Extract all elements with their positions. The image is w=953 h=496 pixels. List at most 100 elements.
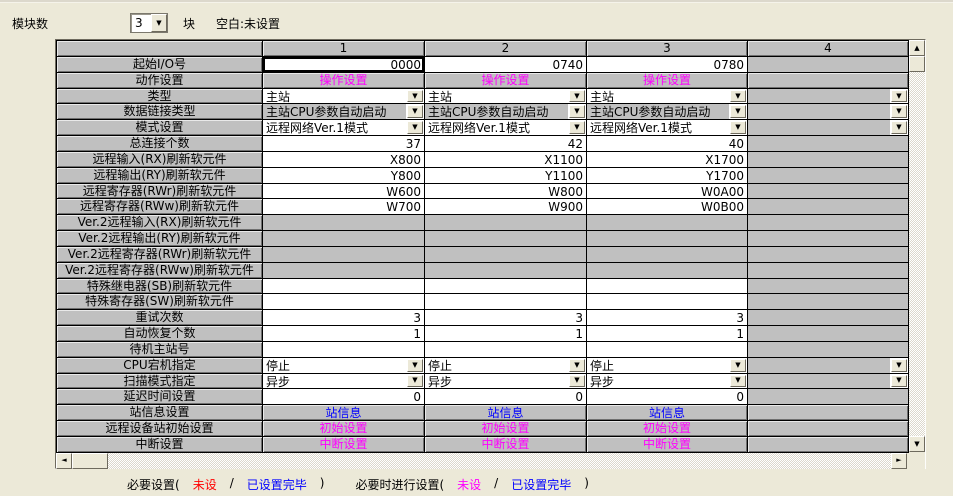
settings-link-button[interactable]: 操作设置 (587, 73, 748, 89)
dropdown-value[interactable] (748, 104, 890, 119)
dropdown[interactable]: 主站▼ (425, 89, 587, 105)
settings-link-button[interactable]: 初始设置 (263, 421, 425, 437)
dropdown[interactable]: ▼ (748, 104, 909, 120)
dropdown-arrow-icon[interactable]: ▼ (407, 121, 423, 134)
horizontal-scrollbar-thumb[interactable] (72, 453, 108, 469)
dropdown-arrow-icon[interactable]: ▼ (407, 105, 423, 118)
dropdown-arrow-icon[interactable]: ▼ (891, 359, 907, 372)
dropdown-arrow-icon[interactable]: ▼ (569, 375, 585, 388)
settings-link-button[interactable]: 操作设置 (263, 73, 425, 89)
dropdown-value[interactable]: 主站CPU参数自动启动 (425, 104, 568, 119)
dropdown-value[interactable]: 停止 (425, 358, 568, 373)
settings-link-button[interactable]: 站信息 (263, 405, 425, 421)
dropdown-arrow-icon[interactable]: ▼ (891, 375, 907, 388)
value-cell[interactable] (587, 294, 748, 310)
value-cell[interactable]: 40 (587, 136, 748, 152)
settings-link-button[interactable]: 初始设置 (587, 421, 748, 437)
scroll-down-icon[interactable]: ▼ (909, 436, 925, 452)
dropdown-arrow-icon[interactable]: ▼ (730, 105, 746, 118)
settings-link-button[interactable]: 中断设置 (263, 437, 425, 453)
dropdown-value[interactable]: 远程网络Ver.1模式 (425, 120, 568, 135)
value-cell[interactable] (425, 294, 587, 310)
dropdown-arrow-icon[interactable]: ▼ (730, 90, 746, 103)
dropdown-arrow-icon[interactable]: ▼ (891, 121, 907, 134)
value-cell[interactable]: 0 (425, 389, 587, 405)
vertical-scrollbar[interactable]: ▲ ▼ (909, 40, 925, 452)
dropdown-value[interactable]: 主站CPU参数自动启动 (587, 104, 729, 119)
value-cell[interactable] (425, 279, 587, 295)
settings-link-button[interactable]: 中断设置 (425, 437, 587, 453)
value-cell[interactable]: X800 (263, 152, 425, 168)
dropdown-value[interactable]: 远程网络Ver.1模式 (263, 120, 406, 135)
value-cell[interactable]: X1700 (587, 152, 748, 168)
dropdown-arrow-icon[interactable]: ▼ (569, 121, 585, 134)
value-cell[interactable]: 3 (425, 310, 587, 326)
scroll-right-icon[interactable]: ► (891, 453, 907, 469)
value-cell[interactable]: Y1700 (587, 168, 748, 184)
dropdown-value[interactable]: 停止 (263, 358, 406, 373)
dropdown-value[interactable]: 异步 (587, 374, 729, 389)
value-cell[interactable]: 0000 (263, 57, 425, 73)
dropdown-value[interactable]: 异步 (425, 374, 568, 389)
value-cell[interactable]: W0A00 (587, 184, 748, 200)
chevron-down-icon[interactable]: ▼ (151, 14, 167, 32)
value-cell[interactable]: Y1100 (425, 168, 587, 184)
dropdown[interactable]: 主站CPU参数自动启动▼ (587, 104, 748, 120)
value-cell[interactable] (587, 279, 748, 295)
dropdown-value[interactable]: 主站 (425, 89, 568, 104)
dropdown[interactable]: ▼ (748, 89, 909, 105)
dropdown-arrow-icon[interactable]: ▼ (407, 359, 423, 372)
dropdown[interactable]: 远程网络Ver.1模式▼ (587, 120, 748, 136)
dropdown[interactable]: 异步▼ (587, 374, 748, 390)
scroll-up-icon[interactable]: ▲ (909, 40, 925, 56)
dropdown-value[interactable] (748, 89, 890, 104)
dropdown[interactable]: 主站CPU参数自动启动▼ (425, 104, 587, 120)
dropdown-value[interactable]: 异步 (263, 374, 406, 389)
value-cell[interactable]: 1 (425, 326, 587, 342)
dropdown[interactable]: ▼ (748, 358, 909, 374)
dropdown-value[interactable] (748, 358, 890, 373)
settings-link-button[interactable]: 操作设置 (425, 73, 587, 89)
value-cell[interactable]: W0B00 (587, 199, 748, 215)
value-cell[interactable]: 3 (263, 310, 425, 326)
dropdown-value[interactable]: 主站 (263, 89, 406, 104)
dropdown-value[interactable]: 停止 (587, 358, 729, 373)
value-cell[interactable]: W600 (263, 184, 425, 200)
value-cell[interactable] (587, 342, 748, 358)
value-cell[interactable]: X1100 (425, 152, 587, 168)
vertical-scrollbar-thumb[interactable] (909, 56, 925, 72)
value-cell[interactable] (263, 279, 425, 295)
dropdown[interactable]: 停止▼ (263, 358, 425, 374)
dropdown[interactable]: 停止▼ (425, 358, 587, 374)
dropdown[interactable]: ▼ (748, 374, 909, 390)
dropdown-arrow-icon[interactable]: ▼ (730, 375, 746, 388)
dropdown-arrow-icon[interactable]: ▼ (407, 375, 423, 388)
dropdown[interactable]: 远程网络Ver.1模式▼ (425, 120, 587, 136)
value-cell[interactable] (425, 342, 587, 358)
dropdown[interactable]: 异步▼ (263, 374, 425, 390)
vertical-scrollbar-track[interactable] (909, 72, 925, 436)
settings-link-button[interactable]: 中断设置 (587, 437, 748, 453)
value-cell[interactable]: 42 (425, 136, 587, 152)
dropdown[interactable]: 主站CPU参数自动启动▼ (263, 104, 425, 120)
value-cell[interactable] (263, 294, 425, 310)
horizontal-scrollbar[interactable]: ◄ ► (56, 453, 925, 469)
value-cell[interactable]: W800 (425, 184, 587, 200)
value-cell[interactable]: 0740 (425, 57, 587, 73)
value-cell[interactable]: 1 (263, 326, 425, 342)
dropdown-arrow-icon[interactable]: ▼ (569, 105, 585, 118)
scroll-left-icon[interactable]: ◄ (56, 453, 72, 469)
horizontal-scrollbar-track[interactable] (108, 453, 891, 469)
value-cell[interactable]: 0 (263, 389, 425, 405)
dropdown[interactable]: 停止▼ (587, 358, 748, 374)
dropdown[interactable]: ▼ (748, 120, 909, 136)
dropdown-arrow-icon[interactable]: ▼ (730, 121, 746, 134)
value-cell[interactable] (263, 342, 425, 358)
dropdown-value[interactable] (748, 374, 890, 389)
settings-link-button[interactable]: 站信息 (587, 405, 748, 421)
dropdown-value[interactable]: 远程网络Ver.1模式 (587, 120, 729, 135)
value-cell[interactable]: 0 (587, 389, 748, 405)
dropdown-value[interactable]: 主站 (587, 89, 729, 104)
value-cell[interactable]: W900 (425, 199, 587, 215)
value-cell[interactable]: 1 (587, 326, 748, 342)
